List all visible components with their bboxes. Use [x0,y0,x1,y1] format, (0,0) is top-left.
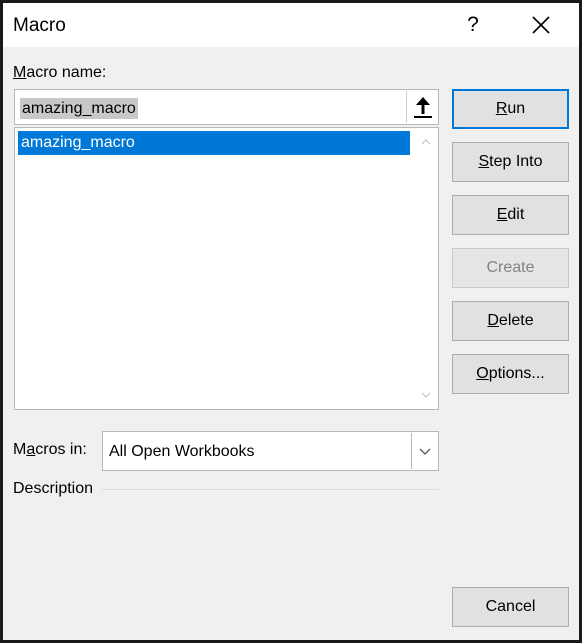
macros-in-label-pre: M [13,441,27,458]
macro-list[interactable]: amazing_macro [14,127,439,410]
scroll-up-icon[interactable] [414,132,438,152]
window-title: Macro [13,15,66,36]
edit-button[interactable]: Edit [452,195,569,235]
edit-mnemonic: E [496,206,508,223]
options-button[interactable]: Options... [452,354,569,394]
create-label: Create [486,259,535,276]
list-scrollbar[interactable] [414,128,438,409]
macro-name-label-text: acro name: [26,64,107,81]
close-button[interactable] [521,7,561,43]
title-bar: Macro ? [3,3,579,47]
step-into-label: tep Into [489,153,543,170]
edit-label: dit [507,206,525,223]
step-into-mnemonic: S [478,153,490,170]
macros-in-label-mnemonic: a [26,441,36,458]
step-into-button[interactable]: Step Into [452,142,569,182]
scroll-down-icon[interactable] [414,385,438,405]
description-label: Description [13,480,94,497]
macros-in-label: Macros in: [13,441,87,459]
close-icon [532,16,550,34]
macros-in-label-text: cros in: [35,441,87,458]
cancel-button[interactable]: Cancel [452,587,569,627]
delete-button[interactable]: Delete [452,301,569,341]
macro-name-value: amazing_macro [20,98,138,119]
dropdown-button[interactable] [411,433,437,469]
macro-name-label: Macro name: [13,64,106,82]
help-button[interactable]: ? [455,7,491,43]
run-label: un [507,100,526,117]
help-icon: ? [467,13,479,36]
macros-in-value: All Open Workbooks [109,443,255,460]
upload-button[interactable] [406,91,438,123]
macros-in-select[interactable]: All Open Workbooks [102,431,439,471]
delete-label: elete [498,312,534,329]
list-item[interactable]: amazing_macro [18,131,410,155]
macro-name-label-mnemonic: M [13,64,27,81]
description-divider [102,489,439,490]
create-button[interactable]: Create [452,248,569,288]
cancel-label: Cancel [485,598,536,615]
delete-mnemonic: D [487,312,499,329]
options-mnemonic: O [476,365,489,382]
run-mnemonic: R [495,100,508,117]
macro-name-input[interactable]: amazing_macro [14,89,439,125]
run-button[interactable]: Run [452,89,569,129]
upload-arrow-icon [413,97,432,118]
options-label: ptions... [488,365,545,382]
chevron-down-icon [419,448,430,455]
macro-dialog: Macro ? Macro name: amazing_macro amazin… [0,0,582,643]
